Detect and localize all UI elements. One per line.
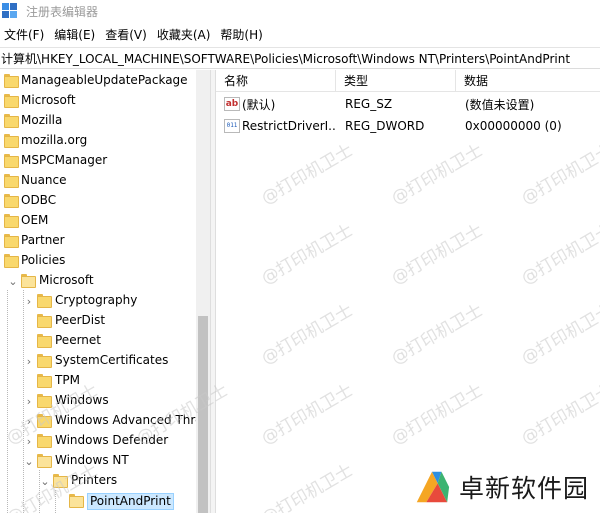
- tree-item-label: Nuance: [21, 173, 67, 187]
- address-path[interactable]: 计算机\HKEY_LOCAL_MACHINE\SOFTWARE\Policies…: [0, 50, 570, 67]
- tree-item-label: Microsoft: [39, 273, 94, 287]
- tree-item-label: Microsoft: [21, 93, 76, 107]
- folder-icon: [37, 314, 52, 328]
- value-name: RestrictDriverI...: [242, 119, 336, 133]
- folder-icon: [4, 114, 19, 128]
- value-list: 名称 类型 数据 ab (默认) REG_SZ (数值未设置) 011 Rest…: [216, 70, 600, 513]
- folder-icon: [37, 374, 52, 388]
- value-type: REG_DWORD: [345, 119, 425, 133]
- registry-editor-icon: [2, 3, 18, 19]
- chevron-right-icon[interactable]: ›: [23, 351, 35, 371]
- tree-item-label: mozilla.org: [21, 133, 88, 147]
- tree-item-label: MSPCManager: [21, 153, 108, 167]
- address-bar[interactable]: 计算机\HKEY_LOCAL_MACHINE\SOFTWARE\Policies…: [0, 47, 600, 69]
- chevron-right-icon[interactable]: ›: [23, 291, 35, 311]
- menu-view[interactable]: 查看(V): [101, 26, 150, 43]
- folder-icon: [21, 274, 36, 288]
- folder-icon: [37, 334, 52, 348]
- brand-logo-icon: [416, 471, 450, 503]
- tree-item[interactable]: OEM: [0, 211, 196, 231]
- column-header-type[interactable]: 类型: [336, 70, 456, 92]
- value-row[interactable]: ab (默认) REG_SZ (数值未设置): [216, 93, 600, 115]
- tree-item-label: PointAndPrint: [87, 493, 174, 510]
- tree-item[interactable]: ODBC: [0, 191, 196, 211]
- tree-item-label: PeerDist: [55, 313, 106, 327]
- folder-icon: [4, 194, 19, 208]
- value-name: (默认): [242, 97, 276, 112]
- tree-item[interactable]: Mozilla: [0, 111, 196, 131]
- key-tree[interactable]: ManageableUpdatePackage Microsoft Mozilla m…: [0, 70, 212, 513]
- folder-icon: [4, 254, 19, 268]
- column-header-name[interactable]: 名称: [216, 70, 336, 92]
- tree-item-label: ODBC: [21, 193, 57, 207]
- value-data: 0x00000000 (0): [465, 119, 562, 133]
- chevron-down-icon[interactable]: ⌄: [7, 271, 19, 291]
- menu-file[interactable]: 文件(F): [0, 26, 47, 43]
- folder-icon: [4, 154, 19, 168]
- folder-icon: [4, 74, 19, 88]
- column-header-data[interactable]: 数据: [456, 70, 600, 92]
- folder-icon: [4, 174, 19, 188]
- tree-item[interactable]: ManageableUpdatePackage: [0, 71, 196, 91]
- folder-icon: [69, 494, 84, 508]
- folder-icon: [37, 434, 52, 448]
- tree-item-label: Cryptography: [55, 293, 138, 307]
- menu-bar: 文件(F) 编辑(E) 查看(V) 收藏夹(A) 帮助(H): [0, 24, 600, 44]
- folder-icon: [37, 354, 52, 368]
- tree-item[interactable]: Policies: [0, 251, 196, 271]
- folder-icon: [4, 214, 19, 228]
- window-title: 注册表编辑器: [26, 4, 99, 19]
- folder-icon: [37, 454, 52, 468]
- folder-icon: [4, 134, 19, 148]
- tree-item-label: Policies: [21, 253, 66, 267]
- tree-item[interactable]: › Cryptography: [0, 291, 196, 311]
- tree-scrollbar[interactable]: [196, 70, 210, 513]
- tree-item-label: Peernet: [55, 333, 101, 347]
- tree-item[interactable]: TPM: [0, 371, 196, 391]
- title-bar: 注册表编辑器: [0, 0, 600, 22]
- tree-item[interactable]: PeerDist: [0, 311, 196, 331]
- brand-text: 卓新软件园: [459, 474, 590, 503]
- value-type: REG_SZ: [345, 97, 393, 111]
- tree-item[interactable]: Partner: [0, 231, 196, 251]
- tree-item-label: Partner: [21, 233, 65, 247]
- binary-value-icon: 011: [224, 119, 240, 133]
- menu-favorites[interactable]: 收藏夹(A): [153, 26, 214, 43]
- tree-item[interactable]: › SystemCertificates: [0, 351, 196, 371]
- tree-item-label: SystemCertificates: [55, 353, 169, 367]
- folder-icon: [4, 94, 19, 108]
- tree-item-label: Mozilla: [21, 113, 63, 127]
- tree-item[interactable]: MSPCManager: [0, 151, 196, 171]
- tree-item-label: OEM: [21, 213, 49, 227]
- string-value-icon: ab: [224, 97, 240, 111]
- menu-edit[interactable]: 编辑(E): [50, 26, 98, 43]
- tree-item[interactable]: ⌄ Microsoft: [0, 271, 196, 291]
- menu-help[interactable]: 帮助(H): [216, 26, 265, 43]
- tree-item[interactable]: Microsoft: [0, 91, 196, 111]
- folder-icon: [37, 294, 52, 308]
- tree-item-label: ManageableUpdatePackage: [21, 73, 188, 87]
- tree-item[interactable]: mozilla.org: [0, 131, 196, 151]
- chevron-down-icon[interactable]: ⌄: [23, 451, 35, 471]
- tree-item[interactable]: ⌄ Windows NT: [0, 451, 196, 471]
- brand-badge: 卓新软件园: [413, 466, 593, 508]
- folder-icon: [4, 234, 19, 248]
- value-data: (数值未设置): [465, 97, 535, 112]
- value-row[interactable]: 011 RestrictDriverI... REG_DWORD 0x00000…: [216, 115, 600, 137]
- list-header: 名称 类型 数据: [216, 70, 600, 92]
- tree-item[interactable]: Nuance: [0, 171, 196, 191]
- tree-item[interactable]: Peernet: [0, 331, 196, 351]
